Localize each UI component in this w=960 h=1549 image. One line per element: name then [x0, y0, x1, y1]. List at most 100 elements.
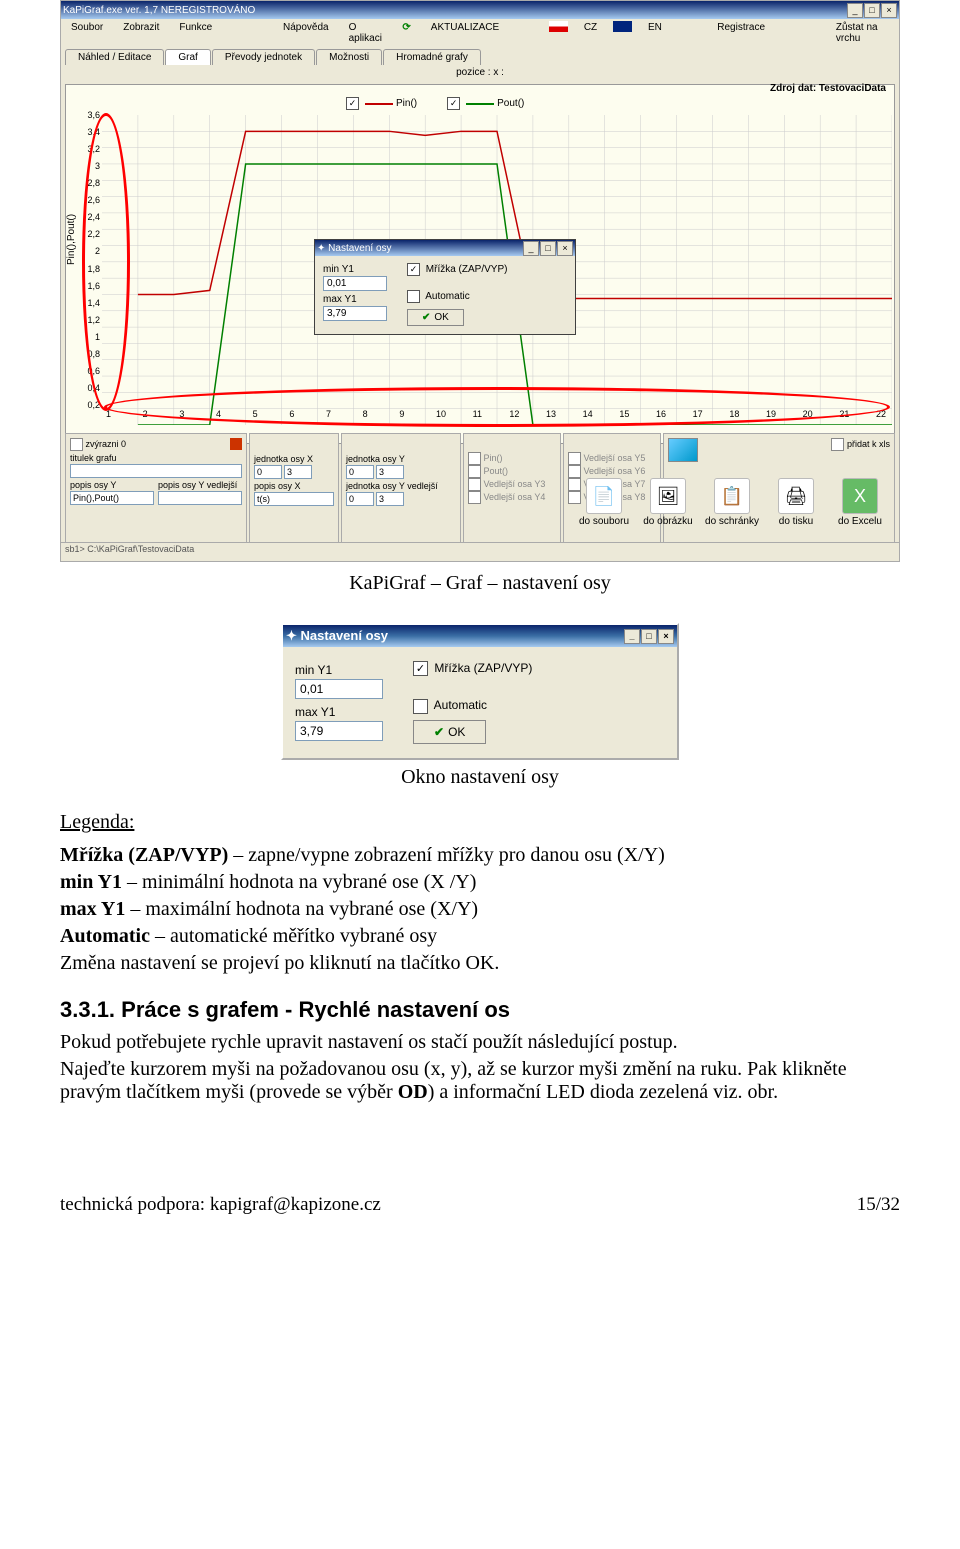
dlg-close-icon[interactable]: × — [557, 241, 573, 256]
series-y5-checkbox[interactable] — [568, 452, 581, 465]
pozice-label: pozice : x : — [61, 65, 899, 80]
d2-auto-label: Automatic — [434, 698, 487, 712]
automatic-label: Automatic — [425, 291, 469, 302]
min-y1-input[interactable] — [323, 276, 387, 291]
axis-settings-dialog-inline: ✦ Nastavení osy _□× min Y1 max Y1 ✓ Mříž… — [314, 239, 576, 335]
d2-min-input[interactable] — [295, 679, 383, 699]
app-screenshot: KaPiGraf.exe ver. 1,7 NEREGISTROVÁNO _ □… — [60, 0, 900, 562]
menu-zobrazit[interactable]: Zobrazit — [119, 21, 163, 45]
annotation-ellipse-yaxis — [82, 113, 130, 411]
dialog-title: Nastavení osy — [328, 243, 391, 254]
menu-funkce[interactable]: Funkce — [175, 21, 216, 45]
unit-x-min[interactable] — [254, 465, 282, 479]
tab-hromadne[interactable]: Hromadné grafy — [383, 49, 481, 65]
clipboard-icon: 📋 — [714, 478, 750, 514]
d2-min-label: min Y1 — [295, 663, 383, 677]
grid-checkbox[interactable]: ✓ — [407, 263, 420, 276]
unit-x-max[interactable] — [284, 465, 312, 479]
tab-row: Náhled / Editace Graf Převody jednotek M… — [61, 47, 899, 65]
chart-title: Zdroj dat: TestovaciData — [770, 83, 886, 94]
d2-ok-button[interactable]: ✔OK — [413, 720, 486, 744]
tab-prevody[interactable]: Převody jednotek — [212, 49, 315, 65]
ylabel-input[interactable] — [70, 491, 154, 505]
maximize-icon[interactable]: □ — [864, 3, 880, 18]
footer-page-number: 15/32 — [857, 1194, 900, 1216]
dlg2-min-icon[interactable]: _ — [624, 629, 640, 644]
axis-settings-dialog: ✦ Nastavení osy _□× min Y1 max Y1 ✓ Mříž… — [281, 623, 679, 760]
check-icon: ✔ — [422, 312, 430, 323]
chart-title-input[interactable] — [70, 464, 242, 478]
unit-y-max[interactable] — [376, 465, 404, 479]
d2-grid-label: Mřížka (ZAP/VYP) — [434, 661, 532, 675]
ylabel2-input[interactable] — [158, 491, 242, 505]
figure-caption: KaPiGraf – Graf – nastavení osy — [60, 572, 900, 595]
chart-area[interactable]: Zdroj dat: TestovaciData ✓Pin() ✓Pout() … — [65, 84, 895, 444]
annotation-ellipse-xaxis — [104, 387, 890, 427]
d2-auto-checkbox[interactable] — [413, 699, 428, 714]
unit-y2-max[interactable] — [376, 492, 404, 506]
export-file[interactable]: 📄do souboru — [575, 478, 633, 527]
series-pin-checkbox[interactable] — [468, 452, 481, 465]
menu-registrace[interactable]: Registrace — [713, 21, 769, 45]
series-pout-checkbox[interactable] — [468, 465, 481, 478]
dlg2-close-icon[interactable]: × — [658, 629, 674, 644]
tab-moznosti[interactable]: Možnosti — [316, 49, 382, 65]
chart-type-icon[interactable] — [668, 438, 698, 462]
menu-aktualizace[interactable]: AKTUALIZACE — [427, 21, 503, 45]
dlg-min-icon[interactable]: _ — [523, 241, 539, 256]
footer-support: technická podpora: kapigraf@kapizone.cz — [60, 1194, 381, 1216]
automatic-checkbox[interactable] — [407, 290, 420, 303]
window-titlebar: KaPiGraf.exe ver. 1,7 NEREGISTROVÁNO _ □… — [61, 1, 899, 19]
menu-soubor[interactable]: Soubor — [67, 21, 107, 45]
file-icon: 📄 — [586, 478, 622, 514]
lang-cz[interactable]: CZ — [580, 21, 601, 45]
min-y1-label: min Y1 — [323, 264, 387, 275]
legend-pin[interactable]: ✓Pin() — [346, 97, 417, 110]
flag-en-icon[interactable] — [613, 21, 632, 32]
grid-label: Mřížka (ZAP/VYP) — [426, 264, 508, 275]
dialog-icon: ✦ — [317, 243, 325, 254]
close-icon[interactable]: × — [881, 3, 897, 18]
series-y6-checkbox[interactable] — [568, 465, 581, 478]
unit-y-min[interactable] — [346, 465, 374, 479]
dlg2-max-icon[interactable]: □ — [641, 629, 657, 644]
export-clipboard[interactable]: 📋do schránky — [703, 478, 761, 527]
series-y4-checkbox[interactable] — [468, 491, 481, 504]
y-axis-label: Pin(),Pout() — [66, 214, 77, 265]
export-buttons: 📄do souboru 🖼do obrázku 📋do schránky 🖨do… — [575, 478, 889, 527]
excel-icon: X — [842, 478, 878, 514]
zvyrazni0-checkbox[interactable] — [70, 438, 83, 451]
image-icon: 🖼 — [650, 478, 686, 514]
dlg-max-icon[interactable]: □ — [540, 241, 556, 256]
lang-en[interactable]: EN — [644, 21, 666, 45]
update-icon[interactable]: ⟳ — [398, 21, 414, 45]
max-y1-input[interactable] — [323, 306, 387, 321]
d2-max-label: max Y1 — [295, 705, 383, 719]
d2-grid-checkbox[interactable]: ✓ — [413, 661, 428, 676]
chart-legend: ✓Pin() ✓Pout() — [346, 97, 524, 110]
ok-button[interactable]: ✔OK — [407, 309, 464, 326]
d2-max-input[interactable] — [295, 721, 383, 741]
export-excel[interactable]: Xdo Excelu — [831, 478, 889, 527]
xlabel-input[interactable] — [254, 492, 334, 506]
section-heading: 3.3.1. Práce s grafem - Rychlé nastavení… — [60, 997, 900, 1023]
dialog2-icon: ✦ — [286, 628, 297, 643]
status-bar: sb1> C:\KaPiGraf\TestovaciData — [61, 542, 899, 561]
export-image[interactable]: 🖼do obrázku — [639, 478, 697, 527]
tab-nahled[interactable]: Náhled / Editace — [65, 49, 164, 65]
legenda-heading: Legenda: — [60, 811, 900, 834]
export-print[interactable]: 🖨do tisku — [767, 478, 825, 527]
minimize-icon[interactable]: _ — [847, 3, 863, 18]
figure-subcaption: Okno nastavení osy — [60, 766, 900, 789]
menu-napoveda[interactable]: Nápověda — [279, 21, 333, 45]
unit-y2-min[interactable] — [346, 492, 374, 506]
tab-graf[interactable]: Graf — [165, 49, 210, 65]
menu-oaplikaci[interactable]: O aplikaci — [345, 21, 387, 45]
pridat-xls-checkbox[interactable] — [831, 438, 844, 451]
flag-cz-icon[interactable] — [549, 21, 568, 32]
window-title: KaPiGraf.exe ver. 1,7 NEREGISTROVÁNO — [63, 5, 255, 16]
legend-pout[interactable]: ✓Pout() — [447, 97, 524, 110]
menu-stay-on-top[interactable]: Zůstat na vrchu — [832, 21, 893, 45]
series-y3-checkbox[interactable] — [468, 478, 481, 491]
led-red-icon — [230, 438, 242, 450]
